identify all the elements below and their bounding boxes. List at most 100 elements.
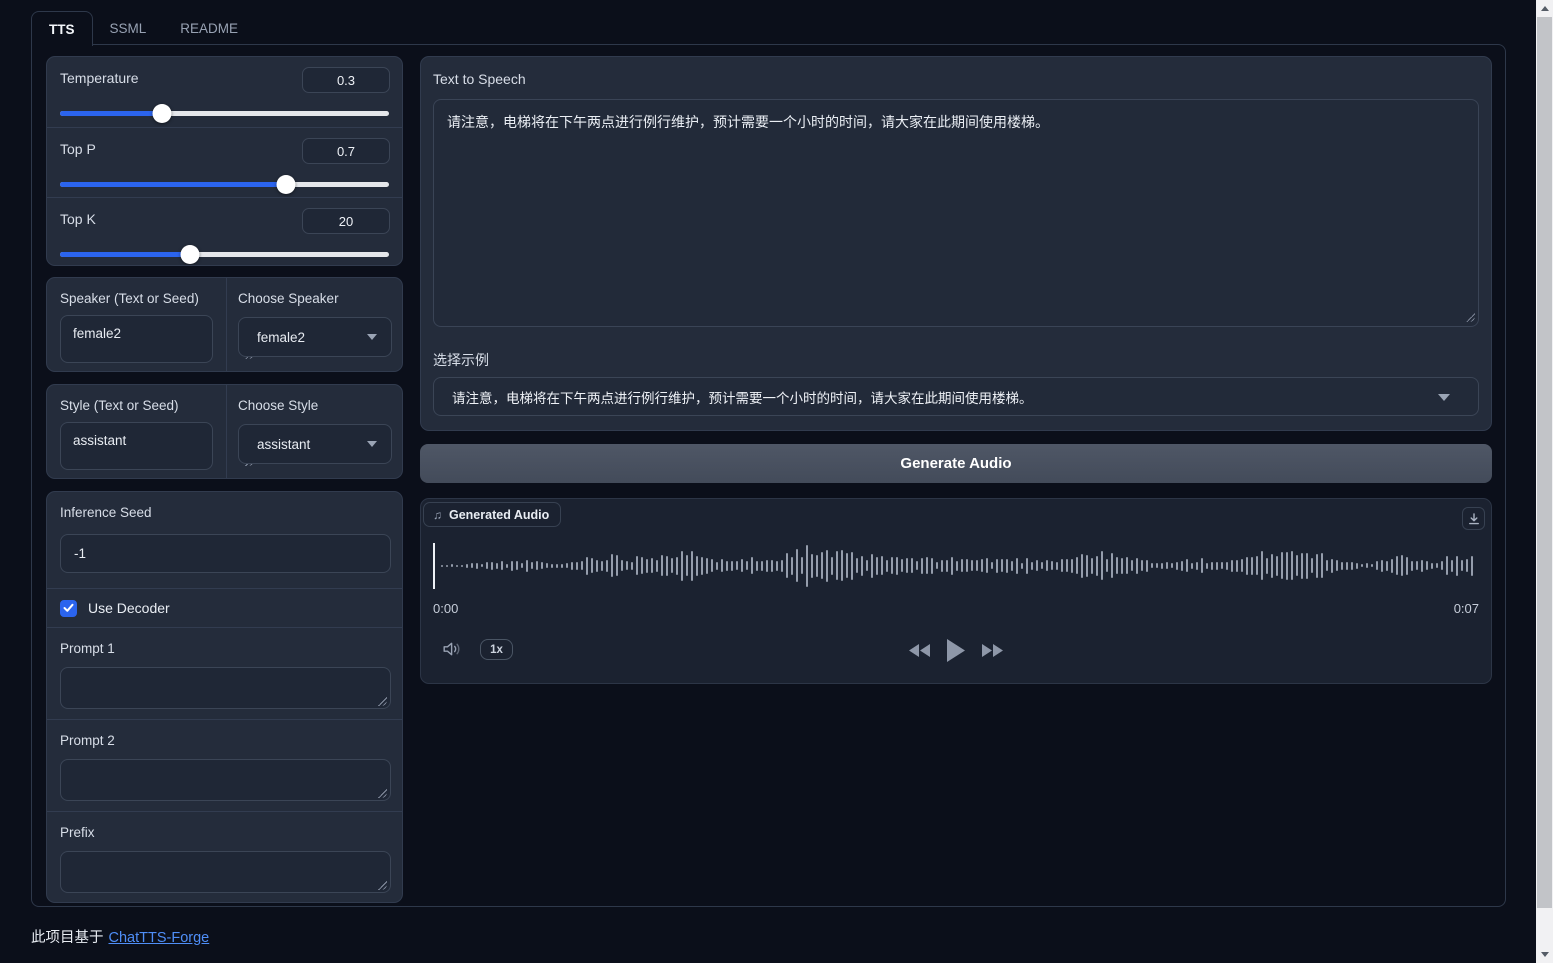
style-text-input[interactable]: assistant — [60, 422, 213, 470]
waveform-bar — [1331, 559, 1333, 573]
slider-handle[interactable] — [152, 104, 171, 123]
vertical-scrollbar[interactable] — [1536, 0, 1553, 963]
waveform-bar — [896, 557, 898, 575]
choose-speaker-value: female2 — [257, 330, 305, 345]
waveform-bar — [1436, 563, 1438, 568]
waveform-bar — [911, 558, 913, 573]
tab-tts[interactable]: TTS — [31, 11, 93, 46]
tab-ssml[interactable]: SSML — [93, 11, 164, 45]
inference-seed-input[interactable] — [60, 534, 391, 573]
chevron-down-icon — [367, 441, 377, 447]
waveform-bar — [1031, 562, 1033, 570]
waveform-bar — [1121, 558, 1123, 574]
top-k-row: Top K — [47, 197, 402, 266]
waveform-bar — [1341, 562, 1343, 570]
temperature-value-input[interactable] — [302, 67, 390, 93]
playhead-cursor[interactable] — [433, 543, 435, 589]
waveform-bar — [1191, 563, 1193, 569]
slider-handle[interactable] — [277, 175, 296, 194]
waveform-bar — [731, 561, 733, 571]
waveform-bar — [1471, 556, 1473, 576]
rewind-icon — [908, 643, 931, 658]
slider-fill — [60, 182, 286, 187]
example-select-label: 选择示例 — [433, 350, 489, 370]
volume-button[interactable] — [440, 639, 464, 661]
waveform-bar — [726, 561, 728, 571]
waveform-bar — [951, 557, 953, 575]
top-p-value-input[interactable] — [302, 138, 390, 164]
waveform-bar — [591, 558, 593, 573]
waveform-bar — [956, 561, 958, 571]
waveform-bar — [1446, 556, 1448, 575]
prefix-input[interactable] — [60, 851, 391, 893]
generate-audio-button[interactable]: Generate Audio — [420, 444, 1492, 483]
waveform-bar — [681, 551, 683, 581]
prompt1-input[interactable] — [60, 667, 391, 709]
choose-speaker-dropdown[interactable]: female2 — [238, 317, 392, 357]
waveform-bar — [666, 556, 668, 576]
waveform-bar — [1386, 561, 1388, 571]
waveform-bar — [566, 563, 568, 568]
waveform-bar — [851, 552, 853, 580]
use-decoder-checkbox[interactable] — [60, 600, 77, 617]
waveform-bar — [971, 560, 973, 571]
waveform-bar — [1246, 557, 1248, 575]
waveform-bar — [746, 561, 748, 570]
temperature-slider[interactable] — [60, 103, 389, 123]
waveform-bar — [1091, 558, 1093, 574]
waveform-bar — [1081, 554, 1083, 578]
prompt2-input[interactable] — [60, 759, 391, 801]
speaker-text-input[interactable]: female2 — [60, 315, 213, 363]
waveform-bar — [511, 561, 513, 571]
scroll-down-button[interactable] — [1536, 946, 1553, 963]
waveform-bar — [976, 560, 978, 571]
arrow-down-icon — [1541, 952, 1549, 957]
waveform-bar — [776, 561, 778, 571]
text-to-speech-input[interactable]: 请注意，电梯将在下午两点进行例行维护，预计需要一个小时的时间，请大家在此期间使用… — [433, 99, 1479, 327]
waveform-bar — [901, 559, 903, 572]
waveform-bar — [721, 559, 723, 572]
scroll-up-button[interactable] — [1536, 0, 1553, 17]
waveform-bar — [1291, 551, 1293, 580]
waveform-bar — [611, 554, 613, 577]
waveform-bar — [1391, 559, 1393, 573]
waveform-bar — [1026, 558, 1028, 574]
waveform-bar — [1321, 553, 1323, 578]
scrollbar-thumb[interactable] — [1537, 17, 1552, 908]
example-select-dropdown[interactable]: 请注意，电梯将在下午两点进行例行维护，预计需要一个小时的时间，请大家在此期间使用… — [433, 377, 1479, 416]
waveform-bar — [981, 559, 983, 572]
waveform[interactable] — [433, 529, 1479, 602]
speaker-panel: Speaker (Text or Seed) female2 Choose Sp… — [46, 277, 403, 372]
waveform-bar — [741, 559, 743, 572]
choose-style-dropdown[interactable]: assistant — [238, 424, 392, 464]
waveform-bar — [1086, 555, 1088, 577]
waveform-bar — [881, 556, 883, 575]
current-time: 0:00 — [433, 601, 458, 616]
top-k-slider[interactable] — [60, 244, 389, 264]
waveform-bar — [586, 557, 588, 575]
waveform-bar — [906, 558, 908, 573]
waveform-bar — [941, 560, 943, 572]
playback-speed-button[interactable]: 1x — [480, 639, 513, 660]
speaker-icon — [442, 640, 463, 658]
waveform-bar — [836, 551, 838, 580]
download-audio-button[interactable] — [1462, 507, 1485, 530]
top-p-slider[interactable] — [60, 174, 389, 194]
chattts-forge-link[interactable]: ChatTTS-Forge — [109, 930, 210, 946]
tab-readme[interactable]: README — [163, 11, 255, 45]
waveform-bar — [1261, 551, 1263, 580]
skip-back-button[interactable] — [908, 643, 931, 658]
slider-handle[interactable] — [180, 245, 199, 264]
waveform-bar — [601, 561, 603, 571]
text-to-speech-panel: Text to Speech 请注意，电梯将在下午两点进行例行维护，预计需要一个… — [420, 56, 1492, 431]
waveform-bar — [786, 553, 788, 578]
waveform-bar — [1056, 562, 1058, 570]
slider-fill — [60, 252, 190, 257]
divider — [226, 385, 227, 478]
waveform-bar — [1141, 560, 1143, 571]
top-k-value-input[interactable] — [302, 208, 390, 234]
choose-speaker-label: Choose Speaker — [238, 291, 339, 306]
play-button[interactable] — [946, 638, 966, 663]
skip-forward-button[interactable] — [981, 643, 1004, 658]
use-decoder-block: Use Decoder — [47, 588, 402, 627]
